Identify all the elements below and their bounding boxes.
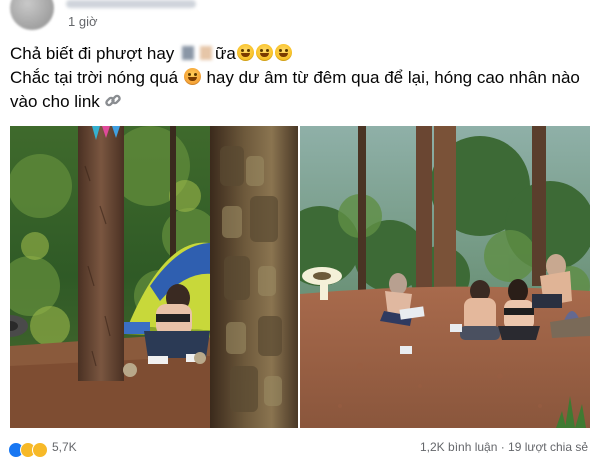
blurred-word-1 (182, 46, 195, 60)
post-text-line-3-text: vào cho link (10, 92, 100, 111)
post-header: 1 giờ (0, 0, 600, 34)
haha-reaction-icon[interactable] (32, 442, 48, 458)
comment-share-stats[interactable]: 1,2K bình luận · 19 lượt chia sẻ (420, 440, 588, 454)
post-text: Chả biết đi phượt hay ữa Chắc tại trời n… (10, 42, 590, 117)
post-text-line-2-end: hay dư âm từ đêm qua để lại, hóng cao nh… (201, 68, 580, 87)
post-text-line-1-end: ữa (215, 44, 236, 63)
post-text-line-2: Chắc tại trời nóng quá hay dư âm từ đêm … (10, 66, 590, 90)
hot-face-emoji-icon (183, 68, 201, 85)
photo-campsite-tent[interactable] (10, 126, 298, 428)
post-text-line-2-start: Chắc tại trời nóng quá (10, 68, 183, 87)
author-avatar[interactable] (10, 0, 54, 30)
post-timestamp[interactable]: 1 giờ (68, 14, 98, 29)
post-text-line-3: vào cho link (10, 90, 590, 117)
photo-group-shirtless[interactable] (300, 126, 590, 428)
link-icon (104, 92, 122, 117)
post-footer: 5,7K 1,2K bình luận · 19 lượt chia sẻ (0, 438, 600, 458)
grinning-emoji-icon (274, 44, 292, 61)
grinning-emoji-icon (236, 44, 254, 61)
reaction-count[interactable]: 5,7K (52, 440, 77, 454)
blurred-word-2 (200, 46, 213, 60)
post-text-line-1-start: Chả biết đi phượt hay (10, 44, 180, 63)
grinning-emoji-icon (255, 44, 273, 61)
author-name-blurred[interactable] (66, 0, 196, 8)
post-text-line-1: Chả biết đi phượt hay ữa (10, 42, 590, 66)
